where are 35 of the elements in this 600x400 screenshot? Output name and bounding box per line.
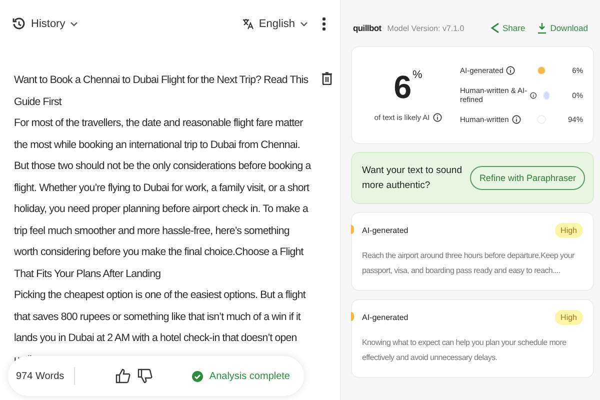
level-badge: High <box>554 223 583 238</box>
info-icon[interactable] <box>506 66 516 75</box>
finding-text: Knowing what to expect can help you plan your schedule more effectively and avoid unnecessary delays. <box>362 337 568 364</box>
refine-button[interactable]: Refine with Paraphraser <box>470 166 585 190</box>
level-badge: High <box>554 310 583 325</box>
quillbot-logo: quillbot <box>353 23 382 33</box>
info-icon[interactable] <box>432 112 442 122</box>
share-button[interactable]: Share <box>490 22 526 34</box>
caret-icon <box>70 21 78 27</box>
banner-text: Want your text to sound more authentic? <box>362 164 462 193</box>
history-button[interactable]: History <box>12 17 78 31</box>
download-button[interactable]: Download <box>537 22 588 34</box>
trash-icon[interactable] <box>322 72 332 85</box>
thumbs-down-icon[interactable] <box>136 368 153 384</box>
more-options-icon[interactable] <box>322 17 326 31</box>
share-icon <box>490 22 500 34</box>
analysis-status: Analysis complete <box>209 370 290 382</box>
download-icon <box>537 22 548 34</box>
translate-icon <box>242 18 254 30</box>
finding-label: AI-generated <box>362 226 408 235</box>
model-version: Model Version: v7.1.0 <box>387 24 464 32</box>
finding-text: Reach the airport around three hours before departure.Keep your passport, visa, and boarding pass ready and easy to reach.... <box>362 250 576 277</box>
ai-score: 6 <box>394 68 412 104</box>
text-paragraph: Want to Book a Chennai to Dubai Flight for the Next Trip? Read This Guide First <box>14 73 310 110</box>
caret-icon <box>300 21 308 27</box>
check-circle-icon <box>192 370 204 382</box>
percent-sign: % <box>412 68 422 80</box>
history-icon <box>12 17 26 31</box>
info-icon[interactable] <box>530 90 537 100</box>
language-dropdown[interactable]: English <box>242 18 308 30</box>
text-paragraph: For most of the travellers, the date and reasonable flight fare matter the most while booking an international trip to Dubai from Chennai. But those two should not be the only considerations before booking a flight. Whether you’re flying to Dubai for work, a family visit, or a short holiday, you need proper planning before airport check in. To make a trip feel much smoother and more hassle-free, here’s something worth considering before you make the final choice.Choose a Flight That Fits Your Plans After Landing <box>14 116 312 282</box>
info-icon[interactable] <box>512 115 521 124</box>
thumbs-up-icon[interactable] <box>114 368 131 384</box>
finding-label: AI-generated <box>362 313 408 322</box>
word-count: 974 Words <box>16 370 64 382</box>
